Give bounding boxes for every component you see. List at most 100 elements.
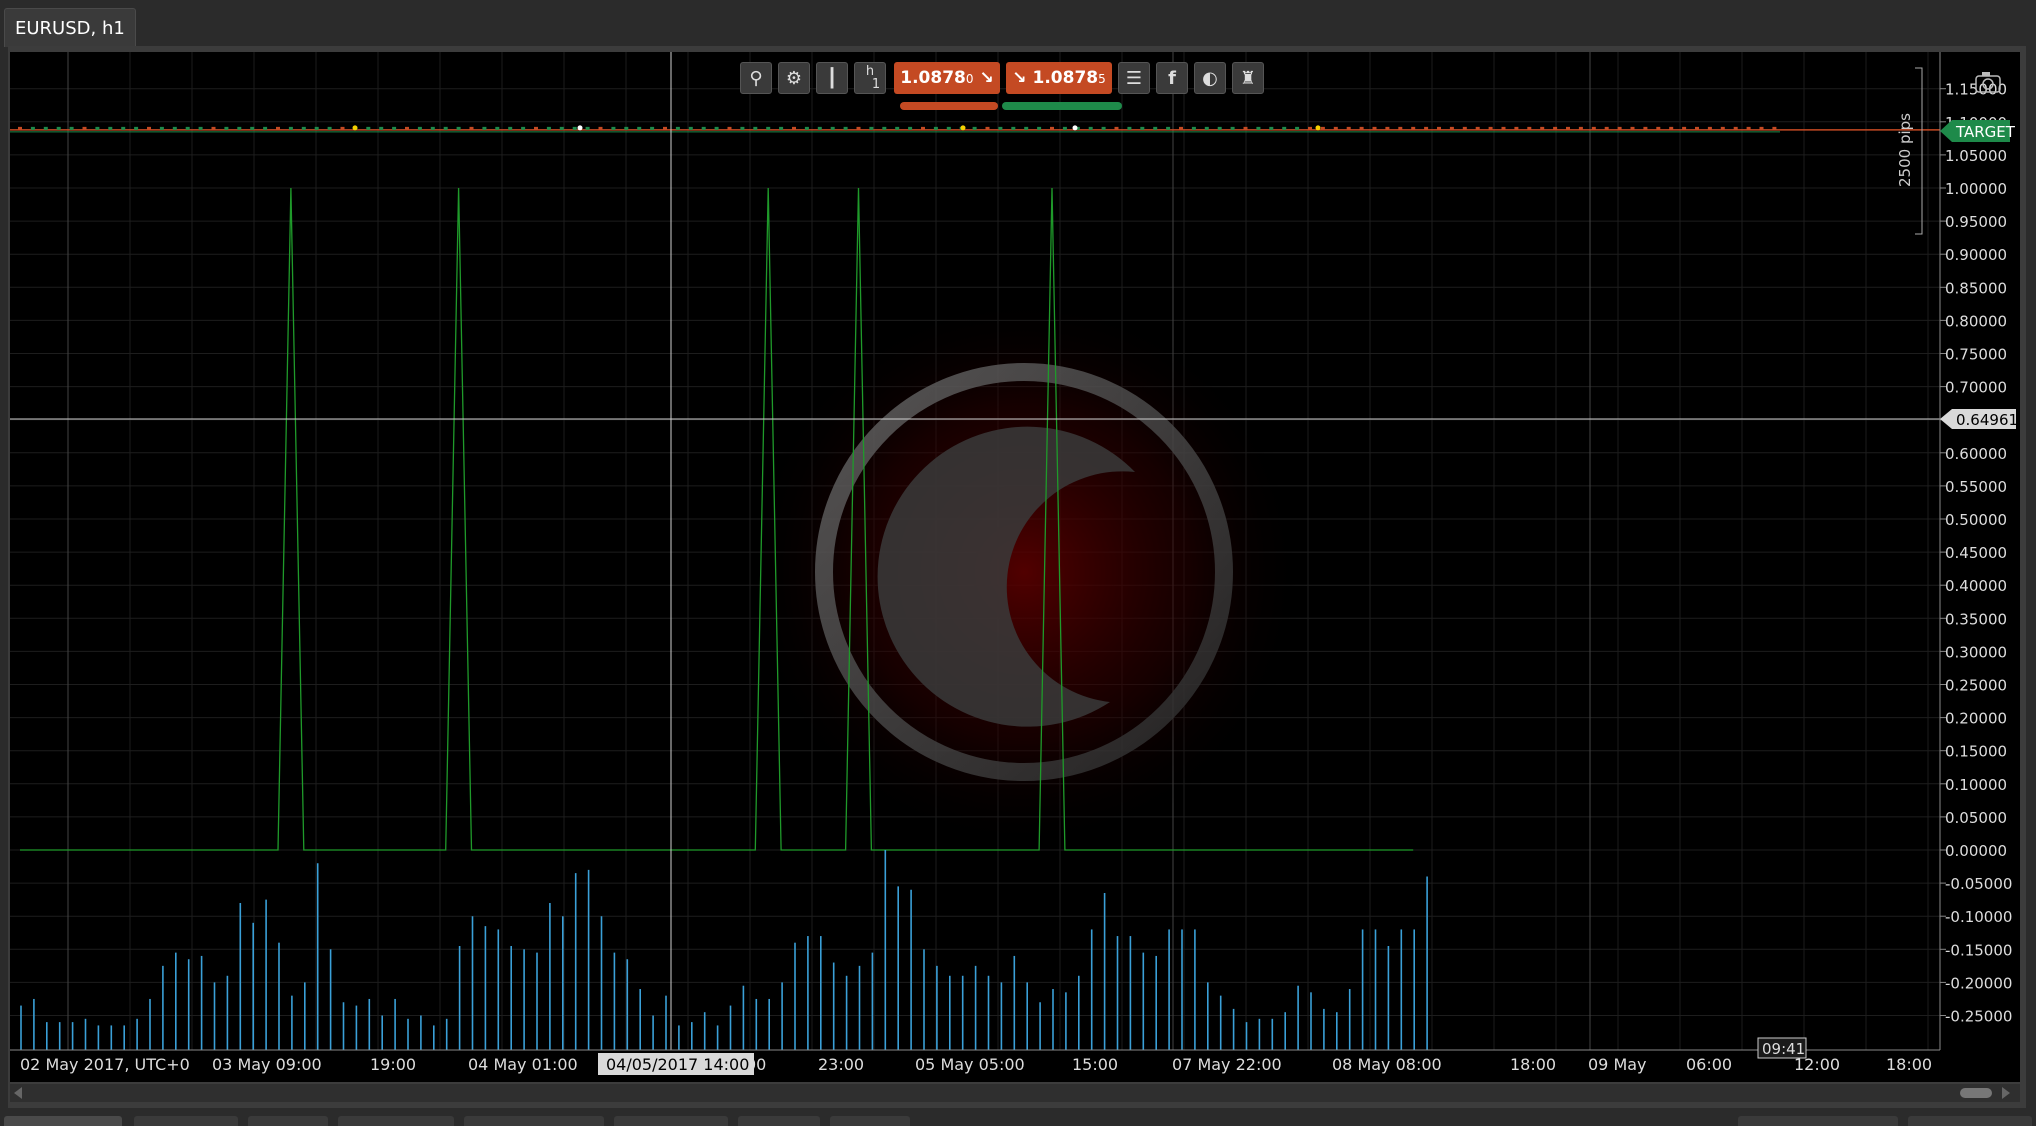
candle [624, 126, 629, 130]
candle [43, 126, 48, 130]
time-tick-label: 18:00 [1886, 1055, 1932, 1074]
candle [546, 126, 551, 130]
candle [301, 126, 306, 130]
bottom-tab[interactable] [464, 1116, 604, 1126]
chart-toolbar: ⚲ ⚙ ┃ h 1 1.08780 ↘ ↘ 1.08785 ☰ f ◐ ♜ [740, 60, 1264, 96]
candle [1527, 126, 1532, 130]
candle [82, 126, 87, 130]
period-button[interactable]: h 1 [854, 62, 886, 94]
candle [224, 126, 229, 130]
candle [1759, 126, 1764, 130]
candle [508, 126, 513, 130]
candle [1488, 126, 1493, 130]
candle [263, 126, 268, 130]
candle [830, 126, 835, 130]
candle [1656, 126, 1661, 130]
candle [779, 126, 784, 130]
buy-button[interactable]: ↘ 1.08785 [1006, 62, 1112, 94]
buy-volume-bar [1002, 102, 1122, 110]
candle [882, 126, 887, 130]
bottom-tab[interactable] [1738, 1116, 1898, 1126]
candle [405, 126, 409, 130]
scroll-left-icon[interactable] [14, 1087, 22, 1099]
price-tick-label: 0.30000 [1945, 643, 2007, 661]
marker-dot [1315, 125, 1321, 131]
candle [495, 126, 500, 130]
candle [998, 126, 1003, 130]
candle [1359, 126, 1364, 130]
sell-button[interactable]: 1.08780 ↘ [894, 62, 1000, 94]
candle [804, 126, 809, 130]
candle [908, 126, 913, 130]
watermark-logo-icon [744, 292, 1304, 852]
candle [1320, 126, 1325, 130]
candle [147, 126, 151, 130]
bottom-tab[interactable] [614, 1116, 728, 1126]
candle [1578, 126, 1583, 130]
candle [1166, 126, 1171, 130]
zoom-icon[interactable]: ⚲ [740, 62, 772, 94]
candle [250, 126, 255, 130]
candle [1604, 126, 1609, 130]
candle [572, 126, 577, 130]
theme-icon[interactable]: ◐ [1194, 62, 1226, 94]
chart-area[interactable]: 1.150001.100001.050001.000000.950000.900… [10, 52, 2020, 1082]
candle [1398, 126, 1403, 130]
price-tick-label: 0.45000 [1945, 544, 2007, 562]
period-sub: 1 [871, 77, 881, 92]
candle [1553, 126, 1558, 130]
bottom-tab[interactable] [248, 1116, 328, 1126]
candles-icon[interactable]: ┃ [816, 62, 848, 94]
candle [817, 126, 822, 130]
price-tick-label: 0.95000 [1945, 213, 2007, 231]
price-tick-label: -0.15000 [1945, 941, 2012, 959]
bottom-tab[interactable] [4, 1116, 122, 1126]
candle [1707, 126, 1712, 130]
time-tick-label: 06:00 [1686, 1055, 1732, 1074]
candle [56, 126, 61, 130]
candle [456, 126, 461, 130]
candle [1630, 126, 1635, 130]
pips-bracket [1915, 67, 1923, 235]
candle [714, 126, 719, 130]
candle [598, 126, 603, 130]
candle [185, 126, 190, 130]
candle [1411, 126, 1416, 130]
bottom-tab[interactable] [134, 1116, 238, 1126]
tab-eurusd-h1[interactable]: EURUSD, h1 [4, 8, 136, 47]
candle [1140, 126, 1145, 130]
candle [946, 126, 951, 130]
bottom-tab[interactable] [338, 1116, 454, 1126]
candle [1127, 126, 1132, 130]
bottom-tab[interactable] [1908, 1116, 2032, 1126]
time-tick-label: 02 May 2017, UTC+0 [20, 1055, 190, 1074]
trader-icon[interactable]: ♜ [1232, 62, 1264, 94]
candle [134, 126, 139, 130]
candle [417, 126, 422, 130]
candle [482, 126, 487, 130]
candle [675, 126, 680, 130]
marker-dot [1072, 125, 1078, 131]
buy-arrow-icon: ↘ [1012, 68, 1027, 88]
candle [69, 126, 74, 130]
chart-svg[interactable]: 1.150001.100001.050001.000000.950000.900… [10, 52, 2020, 1082]
bottom-tab[interactable] [830, 1116, 910, 1126]
list-icon[interactable]: ☰ [1118, 62, 1150, 94]
sell-price: 1.0878 [900, 68, 966, 88]
horizontal-scrollbar[interactable] [10, 1084, 2020, 1102]
price-tick-label: -0.20000 [1945, 974, 2012, 992]
candle [1269, 126, 1274, 130]
candle [933, 126, 938, 130]
scroll-right-icon[interactable] [2002, 1087, 2010, 1099]
price-tick-label: 0.40000 [1945, 577, 2007, 595]
candle [1424, 126, 1429, 130]
price-tick-label: 0.15000 [1945, 743, 2007, 761]
facebook-icon[interactable]: f [1156, 62, 1188, 94]
scroll-thumb[interactable] [1960, 1088, 1992, 1098]
candle [1295, 126, 1300, 130]
price-tick-label: 0.20000 [1945, 710, 2007, 728]
bottom-tab[interactable] [738, 1116, 820, 1126]
candle [1385, 126, 1390, 130]
chart-settings-icon[interactable]: ⚙ [778, 62, 810, 94]
candle [95, 126, 100, 130]
